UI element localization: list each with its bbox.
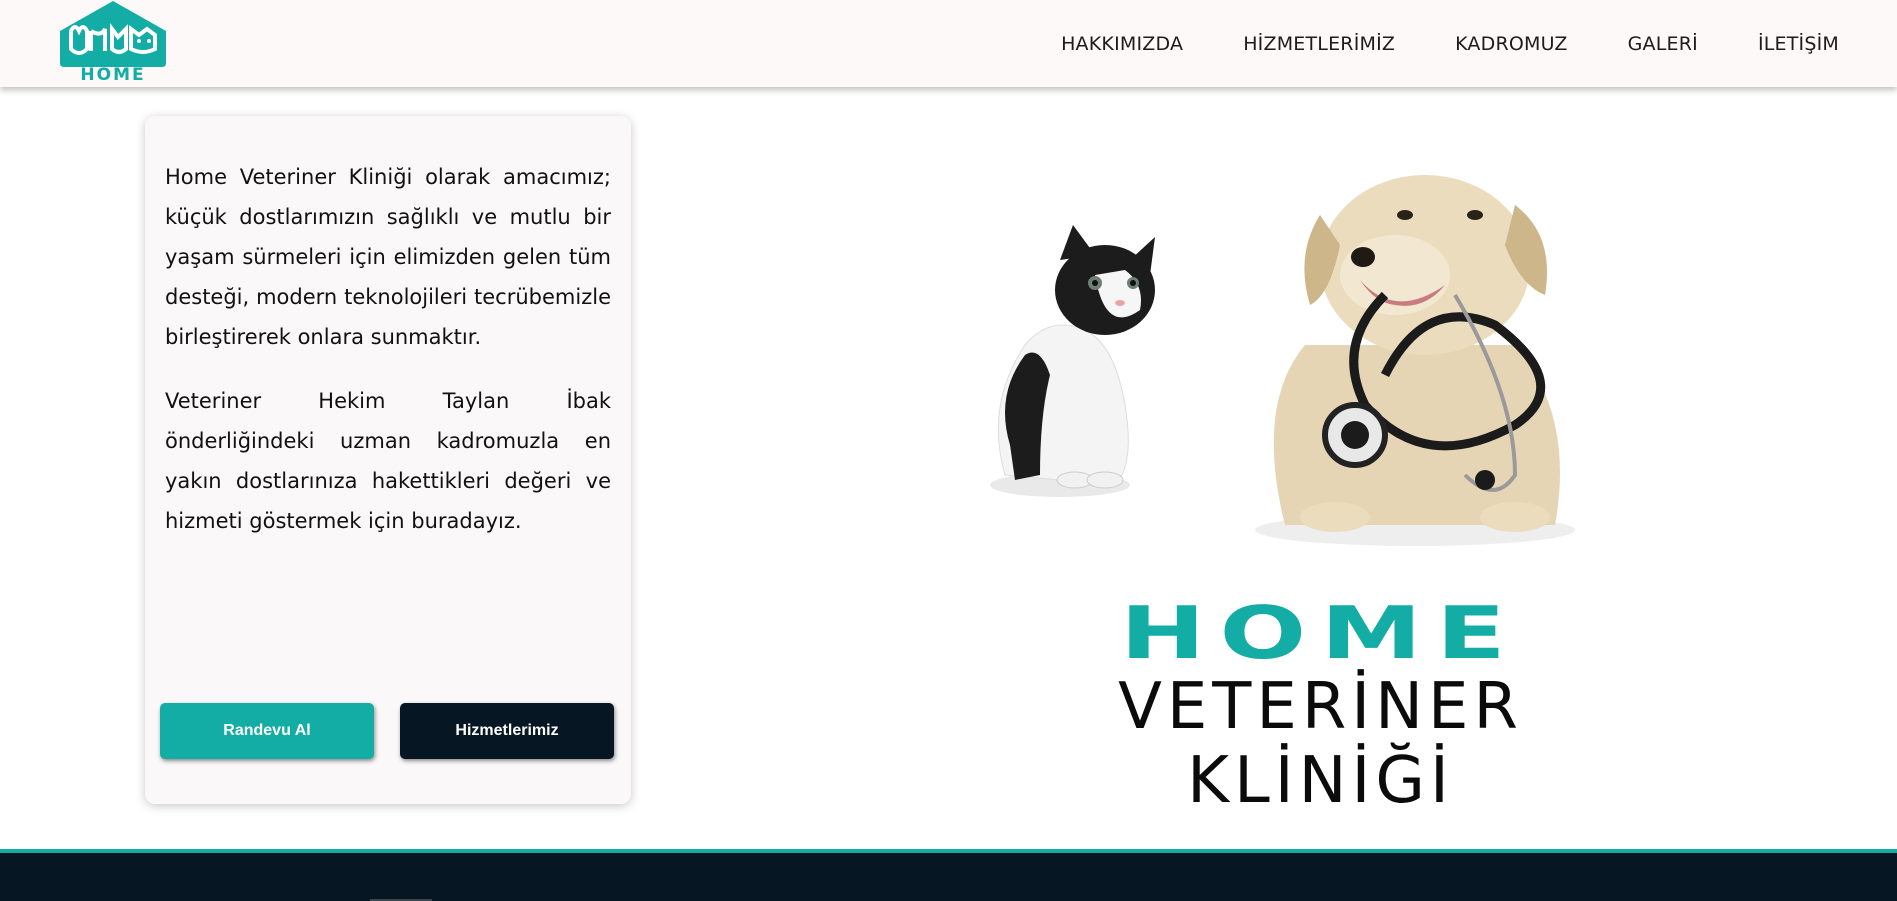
- nav-item-hakkimizda[interactable]: HAKKIMIZDA: [1061, 33, 1183, 55]
- home-logo[interactable]: HOME: [57, 1, 169, 85]
- brand-title: HOME: [1120, 600, 1520, 670]
- services-button[interactable]: Hizmetlerimiz: [400, 703, 614, 759]
- main-nav: HAKKIMIZDA HİZMETLERİMİZ KADROMUZ GALERİ…: [1001, 0, 1839, 87]
- brand-wordmark: HOME: [1120, 591, 1520, 675]
- home-logo-icon: HOME: [60, 1, 166, 85]
- nav-item-iletisim[interactable]: İLETİŞİM: [1758, 33, 1839, 55]
- intro-paragraph-2: Veteriner Hekim Taylan İbak önderliğinde…: [165, 389, 611, 533]
- site-header: HOME HAKKIMIZDA HİZMETLERİMİZ KADROMUZ G…: [0, 0, 1897, 87]
- nav-item-galeri[interactable]: GALERİ: [1628, 33, 1698, 55]
- site-footer: [0, 849, 1897, 901]
- kitten-illustration: [990, 225, 1155, 497]
- nav-item-kadromuz[interactable]: KADROMUZ: [1455, 33, 1568, 55]
- brand-subtitle: VETERİNER KLİNİĞİ: [1118, 670, 1523, 818]
- nav-item-hizmetlerimiz[interactable]: HİZMETLERİMİZ: [1243, 33, 1395, 55]
- logo-text: HOME: [80, 65, 145, 81]
- intro-card: Home Veteriner Kliniği olarak amacımız; …: [145, 116, 631, 804]
- puppy-with-stethoscope-illustration: [1255, 175, 1575, 546]
- hero-illustration: [955, 145, 1645, 565]
- brand-block: HOME VETERİNER KLİNİĞİ: [983, 591, 1658, 818]
- appointment-button[interactable]: Randevu Al: [160, 703, 374, 759]
- intro-paragraph-1: Home Veteriner Kliniği olarak amacımız; …: [165, 165, 611, 349]
